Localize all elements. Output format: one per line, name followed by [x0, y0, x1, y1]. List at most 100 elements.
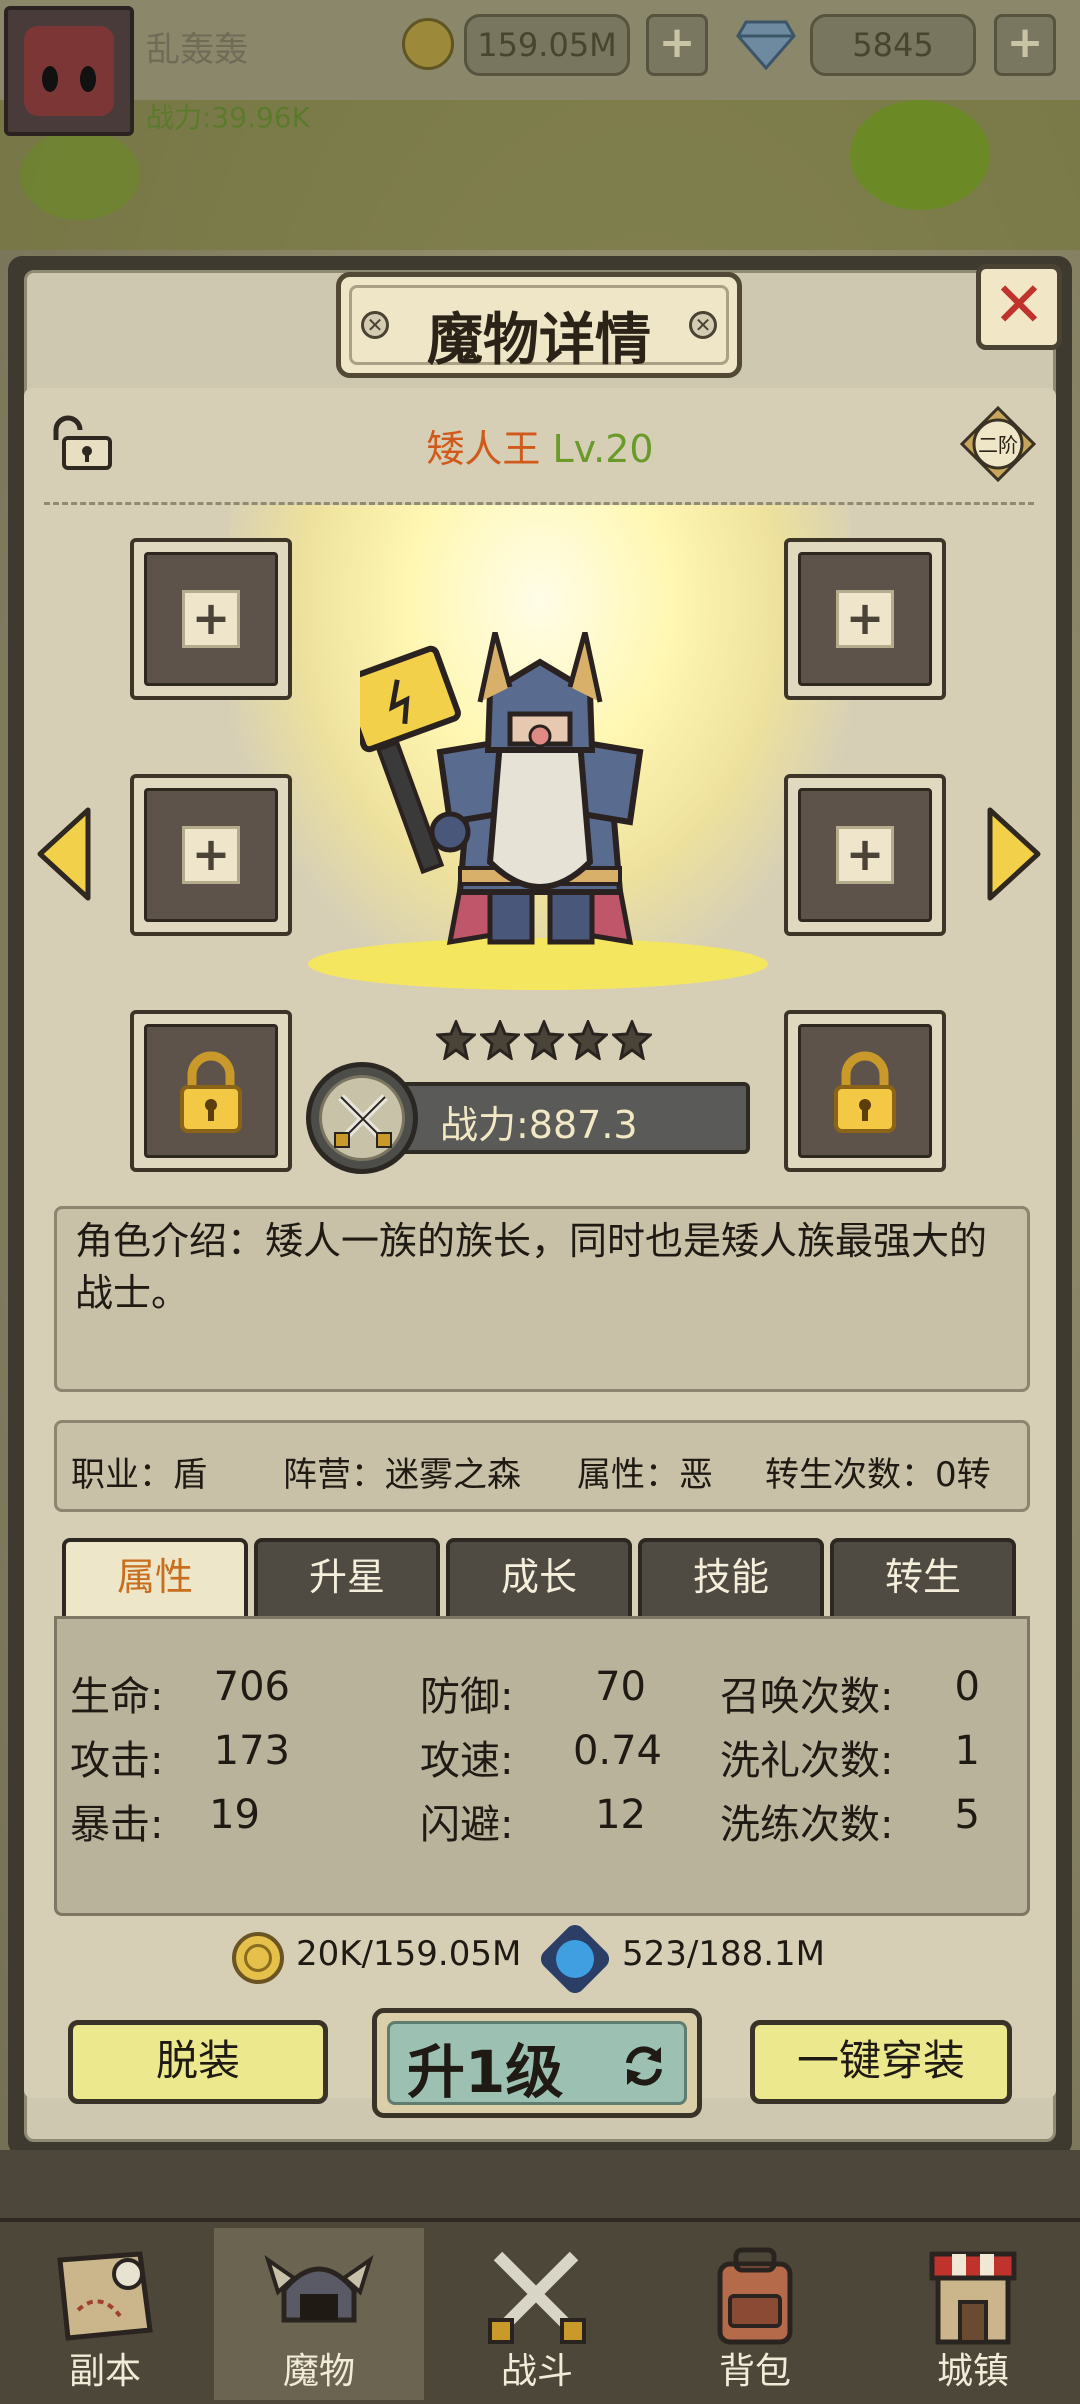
stat-label-refine-count: 洗练次数:	[720, 1802, 894, 1848]
padlock-icon	[180, 1051, 242, 1133]
avatar-eye	[42, 66, 58, 92]
stat-value-defense: 70	[595, 1664, 646, 1710]
previous-monster-arrow[interactable]	[36, 806, 92, 902]
orb-inner	[548, 1932, 602, 1986]
unequip-button[interactable]: 脱装	[68, 2020, 328, 2104]
stat-label-defense: 防御:	[420, 1674, 514, 1720]
class-info: 职业：盾	[71, 1455, 207, 1495]
gold-coin-icon	[402, 18, 454, 70]
map-icon	[57, 2251, 153, 2341]
level-up-button[interactable]: 升1级	[372, 2008, 702, 2118]
shop-icon	[929, 2251, 1017, 2345]
add-equipment-icon: +	[836, 590, 894, 648]
screw-icon: ✕	[689, 311, 717, 339]
stat-label-hp: 生命:	[70, 1674, 164, 1720]
avatar-face	[24, 26, 114, 116]
nav-separator	[0, 2150, 1080, 2220]
nav-monsters[interactable]: 魔物	[214, 2228, 424, 2400]
orb-cost: 523/188.1M	[622, 1934, 826, 1974]
star-icon	[568, 1020, 608, 1060]
equip-slot-1[interactable]: +	[130, 538, 292, 700]
nav-dungeon[interactable]: 副本	[0, 2228, 210, 2400]
gold-amount: 159.05M	[464, 14, 630, 76]
gem-amount: 5845	[810, 14, 976, 76]
rebirth-info: 转生次数：0转	[765, 1455, 991, 1495]
stat-value-baptism-count: 1	[954, 1728, 980, 1774]
stat-value-refine-count: 5	[954, 1792, 980, 1838]
character-description: 角色介绍：矮人一族的族长，同时也是矮人族最强大的战士。	[54, 1206, 1030, 1392]
stat-value-attack-speed: 0.74	[572, 1728, 662, 1774]
rank-badge-label: 二阶	[978, 433, 1018, 457]
nav-label: 副本	[68, 2351, 141, 2392]
stat-value-crit: 19	[209, 1792, 260, 1838]
equip-slot-2[interactable]: +	[784, 538, 946, 700]
nav-town[interactable]: 城镇	[868, 2228, 1078, 2400]
title-plate: 魔物详情 ✕ ✕	[336, 272, 742, 378]
add-equipment-icon: +	[182, 590, 240, 648]
star-icon	[612, 1020, 652, 1060]
add-equipment-icon: +	[836, 826, 894, 884]
padlock-icon	[834, 1051, 896, 1133]
stat-value-attack: 173	[213, 1728, 290, 1774]
coin-inner	[244, 1944, 272, 1972]
diamond-icon	[736, 20, 796, 70]
tab-star-up[interactable]: 升星	[254, 1538, 440, 1618]
stat-label-crit: 暴击:	[70, 1802, 164, 1848]
star-icon	[524, 1020, 564, 1060]
tab-rebirth[interactable]: 转生	[830, 1538, 1016, 1618]
monster-name-row: 矮人王 Lv.20	[0, 418, 1080, 473]
tab-growth[interactable]: 成长	[446, 1538, 632, 1618]
equip-slot-5-locked[interactable]	[130, 1010, 292, 1172]
stat-label-attack: 攻击:	[70, 1738, 164, 1784]
faction-info: 阵营：迷雾之森	[283, 1455, 521, 1495]
player-avatar[interactable]	[4, 6, 134, 136]
close-button[interactable]: ✕	[976, 264, 1062, 350]
nav-label: 魔物	[282, 2351, 355, 2392]
gold-coin-icon	[232, 1932, 284, 1984]
avatar-eye	[80, 66, 96, 92]
tab-skills[interactable]: 技能	[638, 1538, 824, 1618]
add-gems-button[interactable]: +	[994, 14, 1056, 76]
nav-battle[interactable]: 战斗	[432, 2228, 642, 2400]
gold-cost: 20K/159.05M	[296, 1934, 522, 1974]
nav-backpack[interactable]: 背包	[650, 2228, 860, 2400]
equip-slot-3[interactable]: +	[130, 774, 292, 936]
attribute-info: 属性：恶	[577, 1455, 713, 1495]
star-rating	[436, 1020, 656, 1064]
monster-power: 战力:887.3	[440, 1103, 638, 1147]
tab-attributes[interactable]: 属性	[62, 1538, 248, 1618]
player-name: 乱轰轰	[146, 30, 248, 70]
panel-title: 魔物详情	[427, 308, 651, 373]
stat-value-summon-count: 0	[954, 1664, 980, 1710]
helmet-icon	[264, 2255, 374, 2323]
equip-all-button[interactable]: 一键穿装	[750, 2020, 1012, 2104]
info-row: 职业：盾 阵营：迷雾之森 属性：恶 转生次数：0转	[54, 1420, 1030, 1512]
background-bush	[20, 130, 140, 220]
background-bush	[850, 100, 990, 210]
crossed-swords-icon	[488, 2251, 586, 2344]
stat-value-dodge: 12	[595, 1792, 646, 1838]
nav-label: 战斗	[500, 2351, 573, 2392]
dwarf-king-character	[360, 632, 644, 946]
cycle-icon	[626, 2046, 662, 2086]
crossed-swords-icon	[306, 1062, 418, 1174]
stat-label-attack-speed: 攻速:	[420, 1738, 514, 1784]
monster-level: Lv.20	[552, 427, 654, 471]
stat-label-dodge: 闪避:	[420, 1802, 514, 1848]
player-power: 战力:39.96K	[146, 101, 310, 134]
stat-label-baptism-count: 洗礼次数:	[720, 1738, 894, 1784]
equip-slot-6-locked[interactable]	[784, 1010, 946, 1172]
backpack-icon	[717, 2247, 793, 2345]
screw-icon: ✕	[361, 311, 389, 339]
next-monster-arrow[interactable]	[986, 806, 1042, 902]
equip-slot-4[interactable]: +	[784, 774, 946, 936]
nav-label: 背包	[718, 2351, 791, 2392]
monster-name: 矮人王	[426, 427, 541, 471]
rank-badge[interactable]: 二阶	[960, 406, 1036, 482]
star-icon	[436, 1020, 476, 1060]
add-gold-button[interactable]: +	[646, 14, 708, 76]
stat-value-hp: 706	[213, 1664, 290, 1710]
swords-glyph	[334, 1094, 392, 1148]
nav-label: 城镇	[936, 2351, 1009, 2392]
stat-label-summon-count: 召唤次数:	[720, 1674, 894, 1720]
